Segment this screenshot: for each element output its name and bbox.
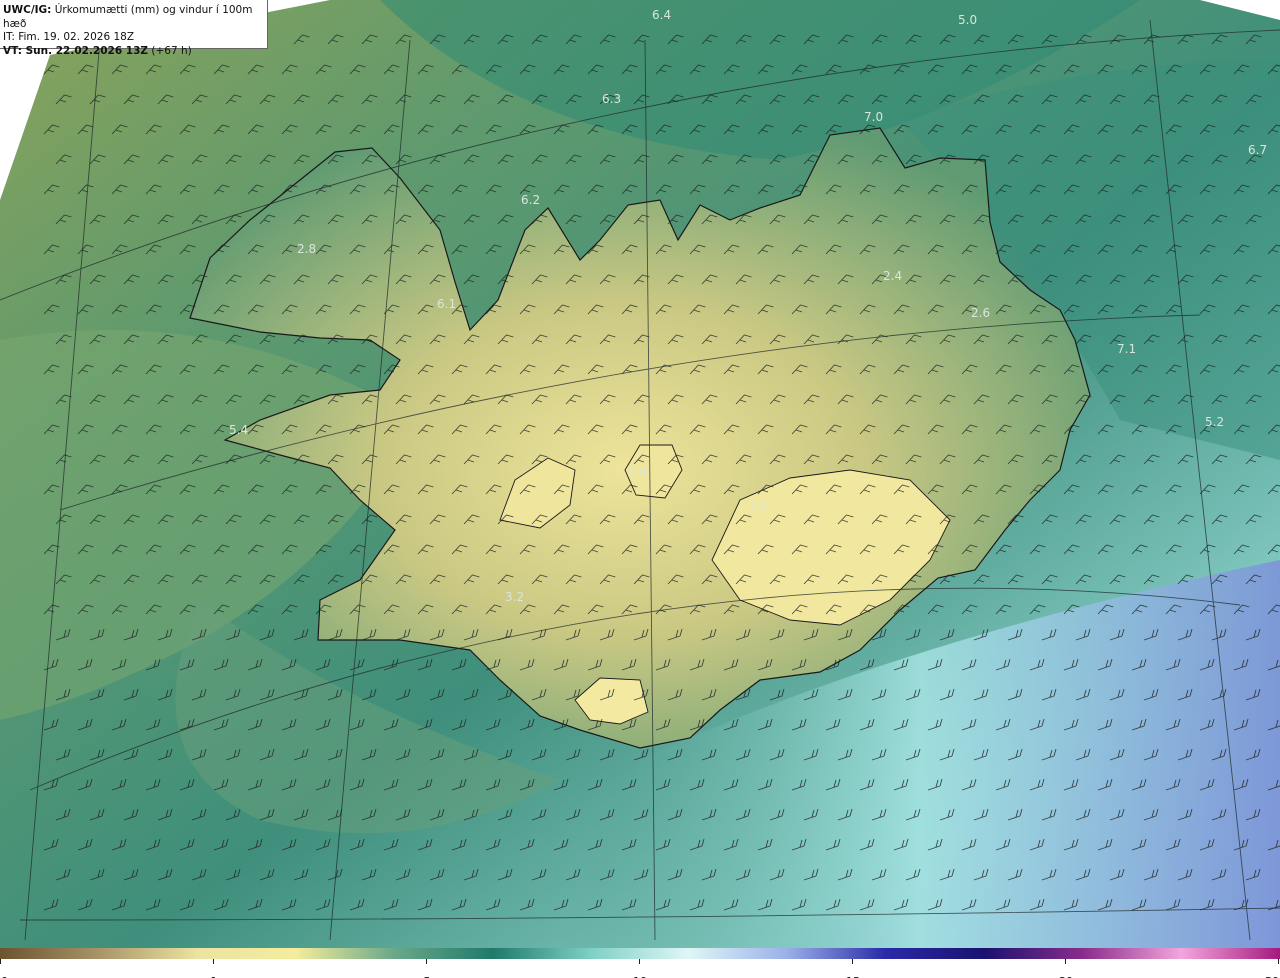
weather-map: 6.4 5.0 6.3 7.0 6.7 6.2 2.8 6.1 2.4 2.6 … [0,0,1280,948]
value-label: 3.2 [505,590,524,604]
forecast-hour: (+67 h) [151,44,192,57]
value-label: 2.6 [971,306,990,320]
init-time: IT: Fim. 19. 02. 2026 18Z [3,31,135,43]
value-label: 1.0 [748,499,767,513]
value-label: 6.4 [652,8,671,22]
colorbar-tick-mark [213,959,214,964]
value-label: 6.7 [1248,143,1267,157]
value-label: 1.4 [628,465,647,479]
colorbar-tick-mark [1065,959,1066,964]
value-label: 6.1 [437,297,456,311]
colorbar-tick-mark [852,959,853,964]
colorbar [0,948,1280,959]
colorbar-tick-mark [1278,959,1279,964]
map-info-box: UWC/IG: Úrkomumætti (mm) og vindur í 100… [0,0,268,57]
value-label: 7.1 [1117,342,1136,356]
colorbar-ticks: 0 1 5 10 15 30 50 [0,959,1280,978]
colorbar-legend: 0 1 5 10 15 30 50 [0,948,1280,978]
value-label: 2.8 [297,242,316,256]
value-label: 6.2 [521,193,540,207]
value-label: 5.2 [1205,415,1224,429]
value-label: 5.0 [958,13,977,27]
value-label: 5.4 [229,423,248,437]
valid-time-line: VT: Sun. 22.02.2026 13Z (+67 h) [3,45,267,59]
colorbar-tick-mark [0,959,1,964]
value-label: 6.3 [602,92,621,106]
valid-time: VT: Sun. 22.02.2026 13Z [3,44,149,57]
colorbar-tick-mark [639,959,640,964]
value-label: 7.0 [864,110,883,124]
value-label: 2.4 [883,269,902,283]
colorbar-tick-mark [426,959,427,964]
product-code: UWC/IG: [3,4,52,16]
title-line: UWC/IG: Úrkomumætti (mm) og vindur í 100… [3,4,267,31]
